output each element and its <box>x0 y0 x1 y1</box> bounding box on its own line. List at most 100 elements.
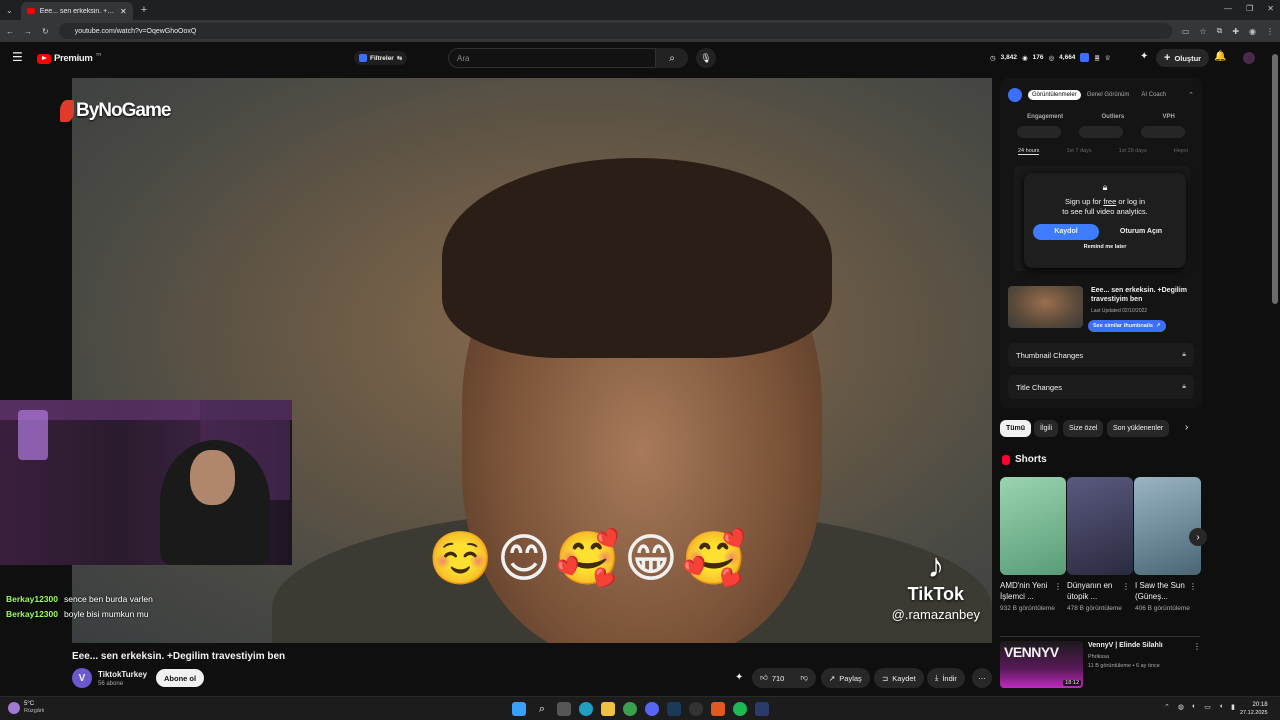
bookmark-star-icon[interactable]: ☆ <box>1199 27 1206 36</box>
maximize-icon[interactable]: ❐ <box>1246 4 1253 13</box>
minimize-icon[interactable]: — <box>1224 4 1232 13</box>
chips-next-icon[interactable]: › <box>1185 422 1188 433</box>
shorts-next-icon[interactable]: › <box>1189 528 1207 546</box>
tab-overview[interactable]: Genel Görünüm <box>1087 92 1130 98</box>
extension-badge-icon[interactable] <box>1080 53 1090 62</box>
obs-icon[interactable] <box>689 702 703 716</box>
filters-button[interactable]: Filtreler ⇆ <box>354 51 408 65</box>
scrollbar-thumb[interactable] <box>1272 54 1278 304</box>
steam-icon[interactable] <box>667 702 681 716</box>
start-windows-icon[interactable] <box>512 702 526 716</box>
rec-channel[interactable]: Phrikssa <box>1088 654 1109 660</box>
close-window-icon[interactable]: ✕ <box>1267 4 1274 13</box>
title-changes-row[interactable]: Title Changes 🔒︎ <box>1008 375 1194 399</box>
voice-search-button[interactable]: 🎙 <box>696 48 716 68</box>
short-title[interactable]: I Saw the Sun (Güneş... <box>1135 580 1195 602</box>
url-field[interactable]: youtube.com/watch?v=OqewGhoOoxQ <box>58 23 1172 39</box>
short-menu-icon[interactable]: ⋮ <box>1054 582 1062 591</box>
search-button[interactable]: ⌕ <box>656 48 688 68</box>
browser-menu-icon[interactable]: ⋮ <box>1266 27 1274 36</box>
range-all[interactable]: Hepsi <box>1174 148 1188 155</box>
app-icon[interactable] <box>755 702 769 716</box>
back-icon[interactable]: ← <box>6 27 14 36</box>
youtube-logo[interactable]: Premium TR <box>37 52 102 64</box>
battery-icon[interactable]: ▮ <box>1231 703 1235 711</box>
tray-app-icon[interactable]: ◐ <box>1192 703 1196 711</box>
signup-button[interactable]: Kaydol <box>1033 224 1099 240</box>
taskbar-search-icon[interactable]: ⌕ <box>535 702 549 716</box>
hamburger-menu-icon[interactable]: ☰ <box>12 50 23 64</box>
task-view-icon[interactable] <box>557 702 571 716</box>
discord-icon[interactable] <box>645 702 659 716</box>
close-tab-icon[interactable]: ✕ <box>120 7 127 16</box>
short-views: 932 B görüntüleme <box>1000 605 1055 612</box>
chip-all[interactable]: Tümü <box>1000 420 1032 437</box>
search-input[interactable]: Ara <box>448 48 656 68</box>
similar-thumbnails-button[interactable]: See similar thumbnails ↗ <box>1088 320 1166 332</box>
rec-video-thumbnail[interactable]: VENNYV 18:12 <box>1000 641 1083 688</box>
dislike-button[interactable]: 👎︎ <box>800 673 808 683</box>
tray-app-icon[interactable]: ◍ <box>1178 703 1184 711</box>
login-button[interactable]: Oturum Açın <box>1105 224 1177 240</box>
free-link[interactable]: free <box>1103 197 1116 206</box>
range-7d[interactable]: 1st 7 days <box>1067 148 1092 155</box>
collapse-chevron-icon[interactable]: ⌃ <box>1188 91 1194 99</box>
list-icon[interactable]: ≣ <box>1094 54 1099 62</box>
share-button[interactable]: ↗ Paylaş <box>821 668 870 688</box>
page-scrollbar[interactable] <box>1272 44 1278 696</box>
short-menu-icon[interactable]: ⋮ <box>1189 582 1197 591</box>
tab-ai-coach[interactable]: AI Coach <box>1141 92 1166 98</box>
chat-text: boyle bisi mumkun mu <box>64 609 149 619</box>
subscribe-button[interactable]: Abone ol <box>156 669 205 687</box>
new-tab-button[interactable]: + <box>141 4 147 16</box>
cast-icon[interactable]: ▭ <box>1182 27 1190 36</box>
file-explorer-icon[interactable] <box>601 702 615 716</box>
spotify-icon[interactable] <box>733 702 747 716</box>
like-button[interactable]: 👍︎ 710 <box>760 673 784 683</box>
short-menu-icon[interactable]: ⋮ <box>1122 582 1130 591</box>
tab-list-icon[interactable]: ⌄ <box>6 6 13 15</box>
chrome-icon[interactable] <box>623 702 637 716</box>
download-button[interactable]: ⤓ İndir <box>927 668 965 688</box>
app-icon[interactable] <box>711 702 725 716</box>
remind-later-link[interactable]: Remind me later <box>1024 244 1186 250</box>
volume-icon[interactable]: ◖ <box>1219 703 1223 711</box>
reload-icon[interactable]: ↻ <box>42 27 49 36</box>
tray-chevron-icon[interactable]: ⌃ <box>1164 703 1170 711</box>
analytics-logo-icon <box>1008 88 1022 102</box>
account-avatar[interactable] <box>1243 52 1255 64</box>
extensions-puzzle-icon[interactable]: ✚ <box>1232 27 1239 36</box>
browser-tab[interactable]: Eee... sen erkeksin. +Degilim tr... ✕ <box>20 2 133 20</box>
short-thumbnail[interactable] <box>1000 477 1066 575</box>
tab-views[interactable]: Görüntülenmeler <box>1028 90 1081 100</box>
range-28d[interactable]: 1st 28 days <box>1119 148 1147 155</box>
thumbnail-changes-row[interactable]: Thumbnail Changes 🔒︎ <box>1008 343 1194 367</box>
edge-icon[interactable] <box>579 702 593 716</box>
profile-avatar-icon[interactable]: ◉ <box>1249 27 1256 36</box>
short-thumbnail[interactable] <box>1067 477 1133 575</box>
extension-icon[interactable]: ⧉ <box>1217 26 1223 36</box>
chip-recent[interactable]: Son yüklenenler <box>1107 420 1170 437</box>
ai-sparkle-icon[interactable]: ✦ <box>735 672 743 683</box>
forward-icon[interactable]: → <box>24 27 32 36</box>
short-thumbnail[interactable] <box>1134 477 1201 575</box>
channel-avatar[interactable]: V <box>72 668 92 688</box>
chip-related[interactable]: İlgili <box>1034 420 1059 437</box>
trophy-icon[interactable]: ♕ <box>1105 54 1111 62</box>
notifications-bell-icon[interactable]: 🔔 <box>1214 51 1226 62</box>
create-button[interactable]: + Oluştur <box>1156 49 1210 67</box>
network-icon[interactable]: ▭ <box>1204 703 1211 711</box>
rec-video-title[interactable]: VennyV | Elinde Silahlı <box>1088 642 1163 649</box>
save-button[interactable]: ⊐ Kaydet <box>874 668 924 688</box>
range-24h[interactable]: 24 hours <box>1018 148 1040 155</box>
rec-menu-icon[interactable]: ⋮ <box>1193 642 1201 651</box>
weather-widget[interactable]: 5°C Rüzgârlı <box>8 701 44 715</box>
chip-for-you[interactable]: Size özel <box>1063 420 1104 437</box>
sparkle-icon[interactable]: ✦ <box>1140 51 1148 62</box>
channel-name[interactable]: TiktokTurkey <box>98 670 147 679</box>
lock-icon: 🔒︎ <box>1182 351 1186 358</box>
short-title[interactable]: AMD'nin Yeni İşlemci ... <box>1000 580 1060 602</box>
more-actions-button[interactable]: ⋯ <box>972 668 992 688</box>
short-title[interactable]: Dünyanın en ütopik ... <box>1067 580 1127 602</box>
clock[interactable]: 20:18 27.12.2025 <box>1240 701 1268 717</box>
